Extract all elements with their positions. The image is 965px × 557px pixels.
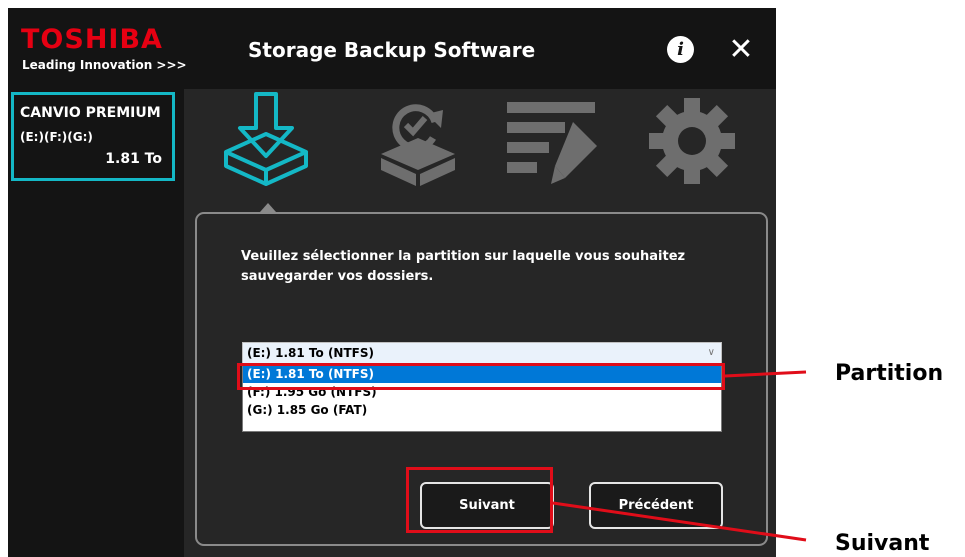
next-callout-line bbox=[552, 501, 807, 542]
partition-callout-line bbox=[724, 370, 807, 378]
partition-callout-label: Partition bbox=[835, 361, 944, 386]
callout-lines bbox=[552, 370, 807, 542]
next-callout-label: Suivant bbox=[835, 531, 930, 556]
